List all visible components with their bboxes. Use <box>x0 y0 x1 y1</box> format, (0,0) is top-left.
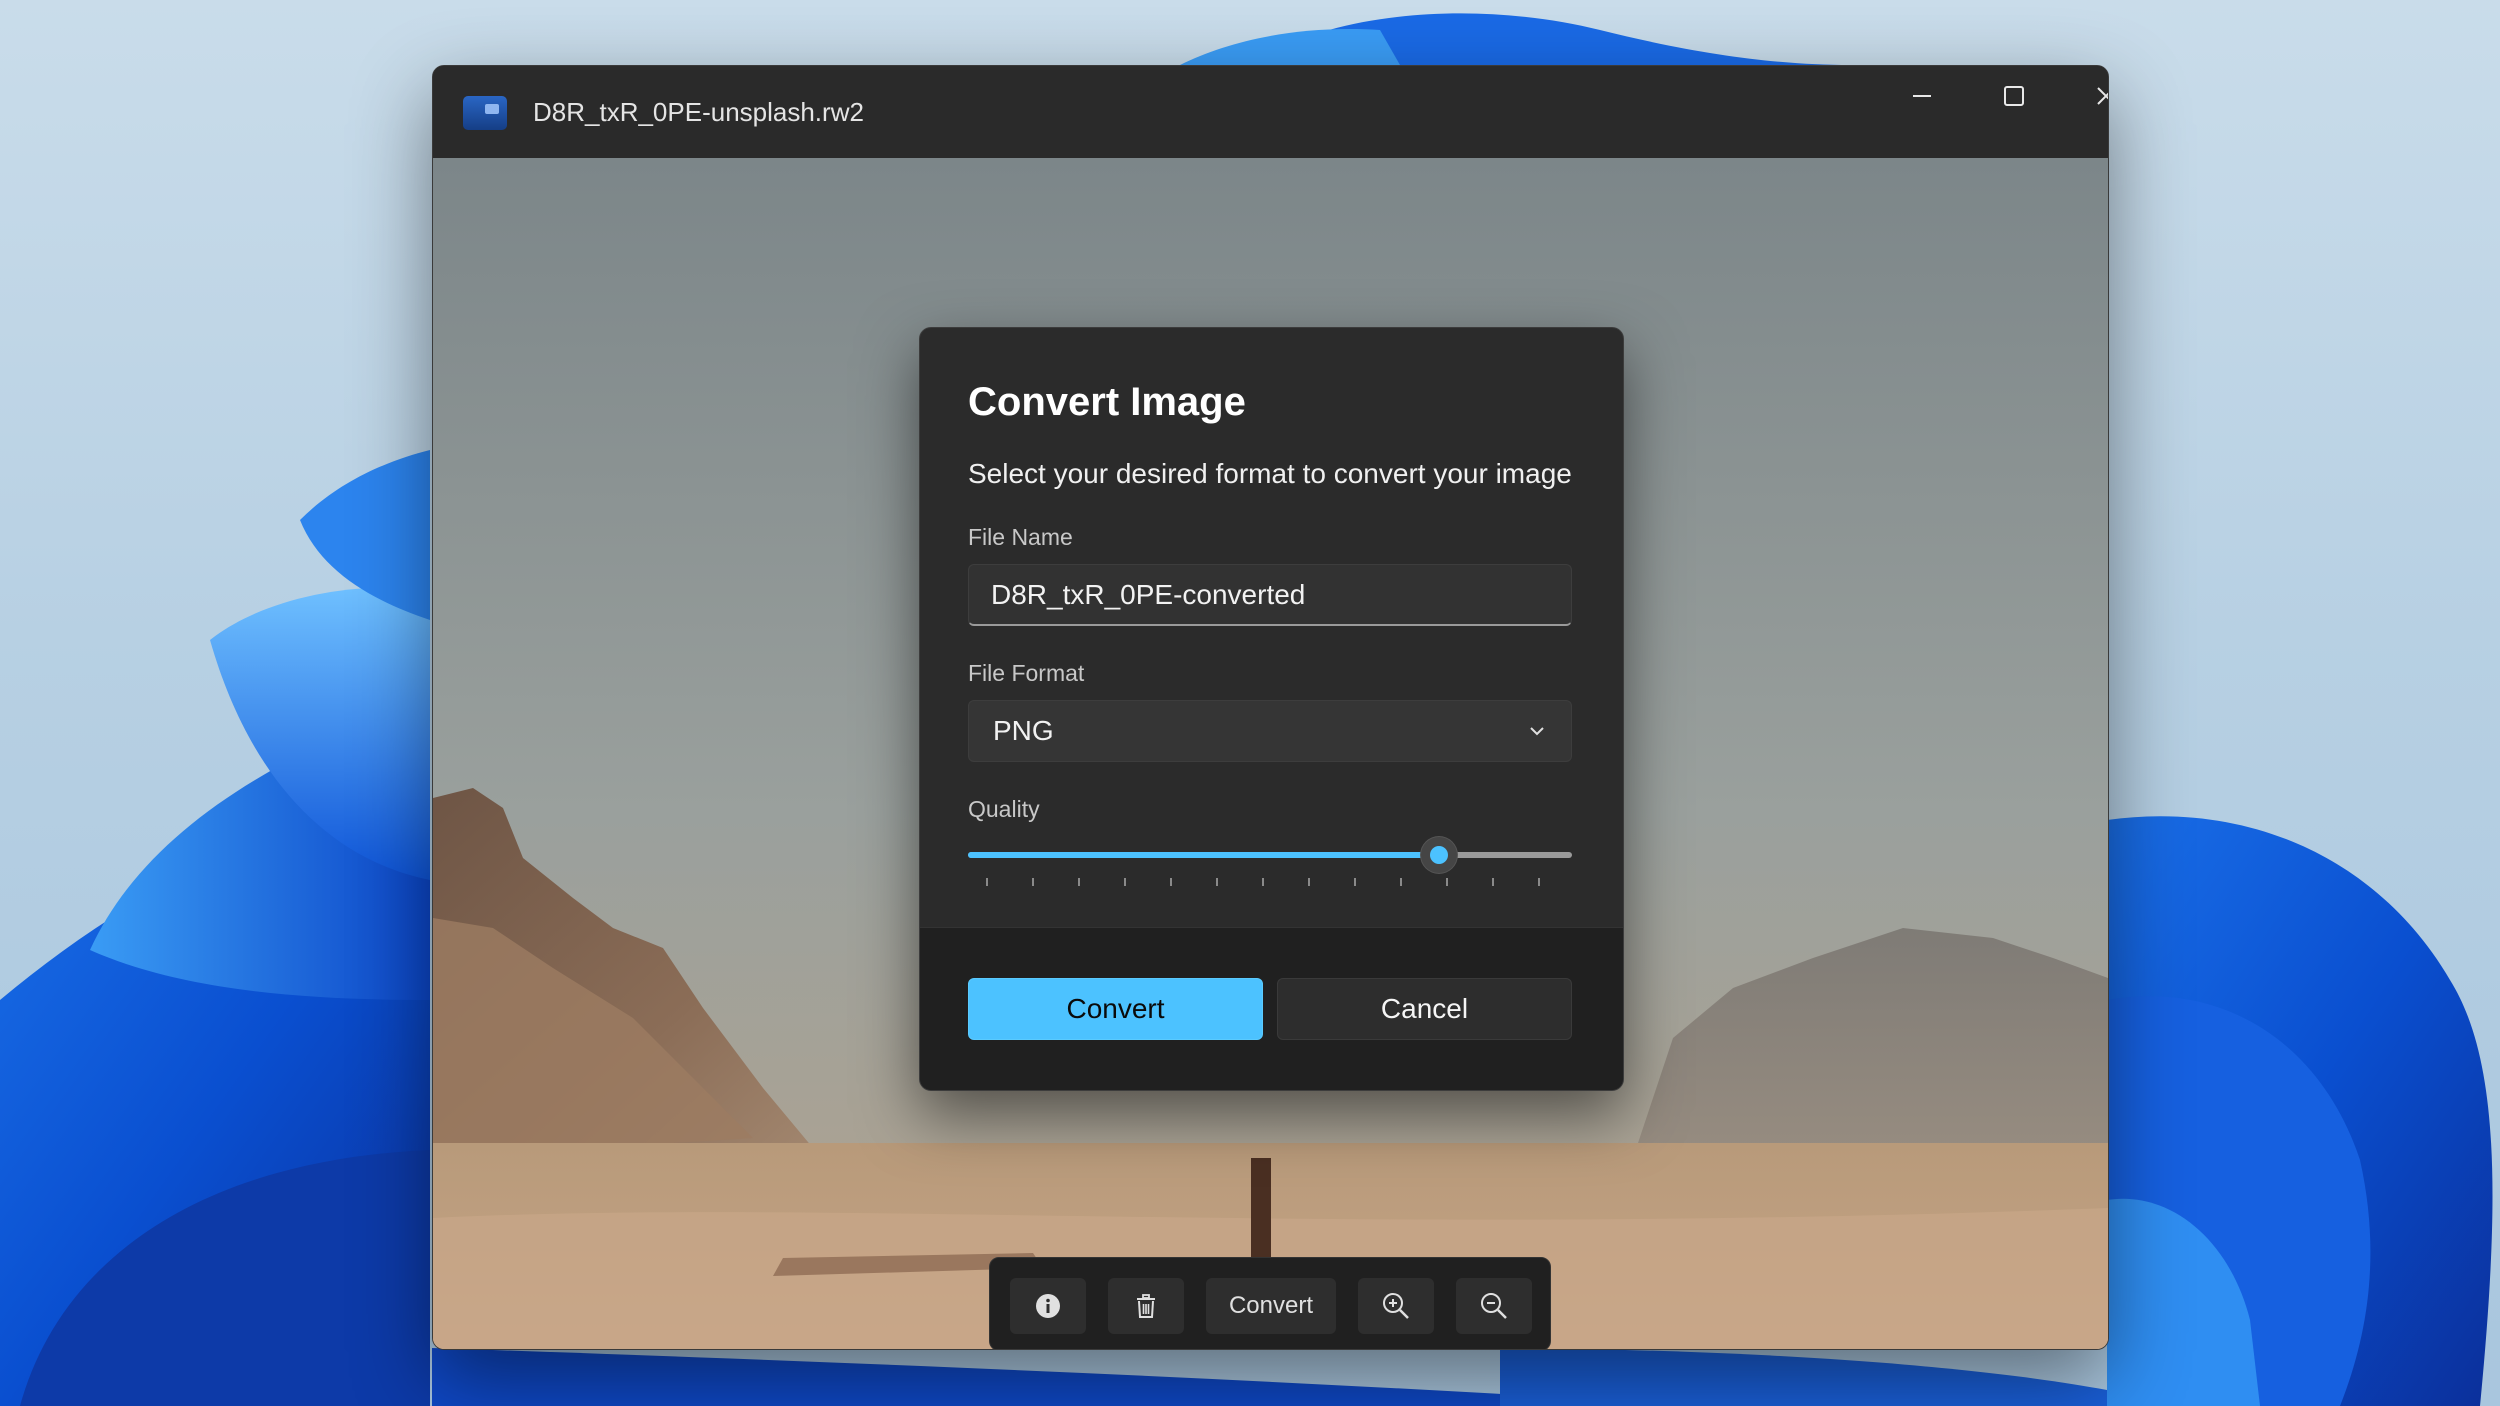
zoom-in-button[interactable] <box>1358 1278 1434 1334</box>
slider-tick <box>1492 878 1494 886</box>
slider-tick <box>1308 878 1310 886</box>
slider-tick <box>1032 878 1034 886</box>
slider-tick <box>1216 878 1218 886</box>
slider-tick <box>1124 878 1126 886</box>
minimize-icon <box>1913 95 1931 97</box>
info-icon <box>1036 1294 1060 1318</box>
convert-button[interactable]: Convert <box>968 978 1263 1040</box>
file-name-label: File Name <box>968 524 1073 550</box>
file-name-input[interactable] <box>968 564 1572 626</box>
zoom-out-icon <box>1481 1293 1507 1319</box>
toolbar-convert-button[interactable]: Convert <box>1206 1278 1336 1334</box>
chevron-down-icon <box>1530 727 1544 736</box>
slider-tick <box>1262 878 1264 886</box>
file-format-label: File Format <box>968 660 1085 686</box>
slider-tick <box>1354 878 1356 886</box>
info-button[interactable] <box>1010 1278 1086 1334</box>
slider-tick <box>1446 878 1448 886</box>
file-format-value: PNG <box>993 715 1054 746</box>
slider-tick <box>1170 878 1172 886</box>
app-logo-icon <box>463 96 507 130</box>
close-button[interactable] <box>2060 66 2108 126</box>
dialog-footer: Convert Cancel <box>920 927 1623 1090</box>
quality-slider[interactable] <box>968 828 1572 888</box>
dialog-subtitle: Select your desired format to convert yo… <box>968 458 1572 489</box>
bottom-toolbar: Convert <box>989 1257 1551 1349</box>
zoom-in-icon <box>1383 1293 1409 1319</box>
slider-thumb[interactable] <box>1421 837 1457 873</box>
trash-icon <box>1137 1294 1155 1318</box>
window-title: D8R_txR_0PE-unsplash.rw2 <box>533 97 864 127</box>
dialog-body: Convert Image Select your desired format… <box>920 328 1623 928</box>
maximize-icon <box>2004 86 2024 106</box>
slider-tick <box>986 878 988 886</box>
close-icon <box>2097 87 2108 105</box>
slider-tick <box>1400 878 1402 886</box>
zoom-out-button[interactable] <box>1456 1278 1532 1334</box>
minimize-button[interactable] <box>1876 66 1968 126</box>
dialog-title: Convert Image <box>968 380 1246 424</box>
file-format-dropdown[interactable]: PNG <box>968 700 1572 762</box>
cancel-button[interactable]: Cancel <box>1277 978 1572 1040</box>
maximize-button[interactable] <box>1968 66 2060 126</box>
app-window: D8R_txR_0PE-unsplash.rw2 Convert Image S… <box>432 65 2109 1350</box>
quality-label: Quality <box>968 796 1040 822</box>
slider-tick <box>1078 878 1080 886</box>
slider-fill <box>968 852 1439 858</box>
convert-dialog: Convert Image Select your desired format… <box>919 327 1624 1091</box>
slider-tick <box>1538 878 1540 886</box>
delete-button[interactable] <box>1108 1278 1184 1334</box>
title-bar[interactable]: D8R_txR_0PE-unsplash.rw2 <box>433 66 2108 158</box>
